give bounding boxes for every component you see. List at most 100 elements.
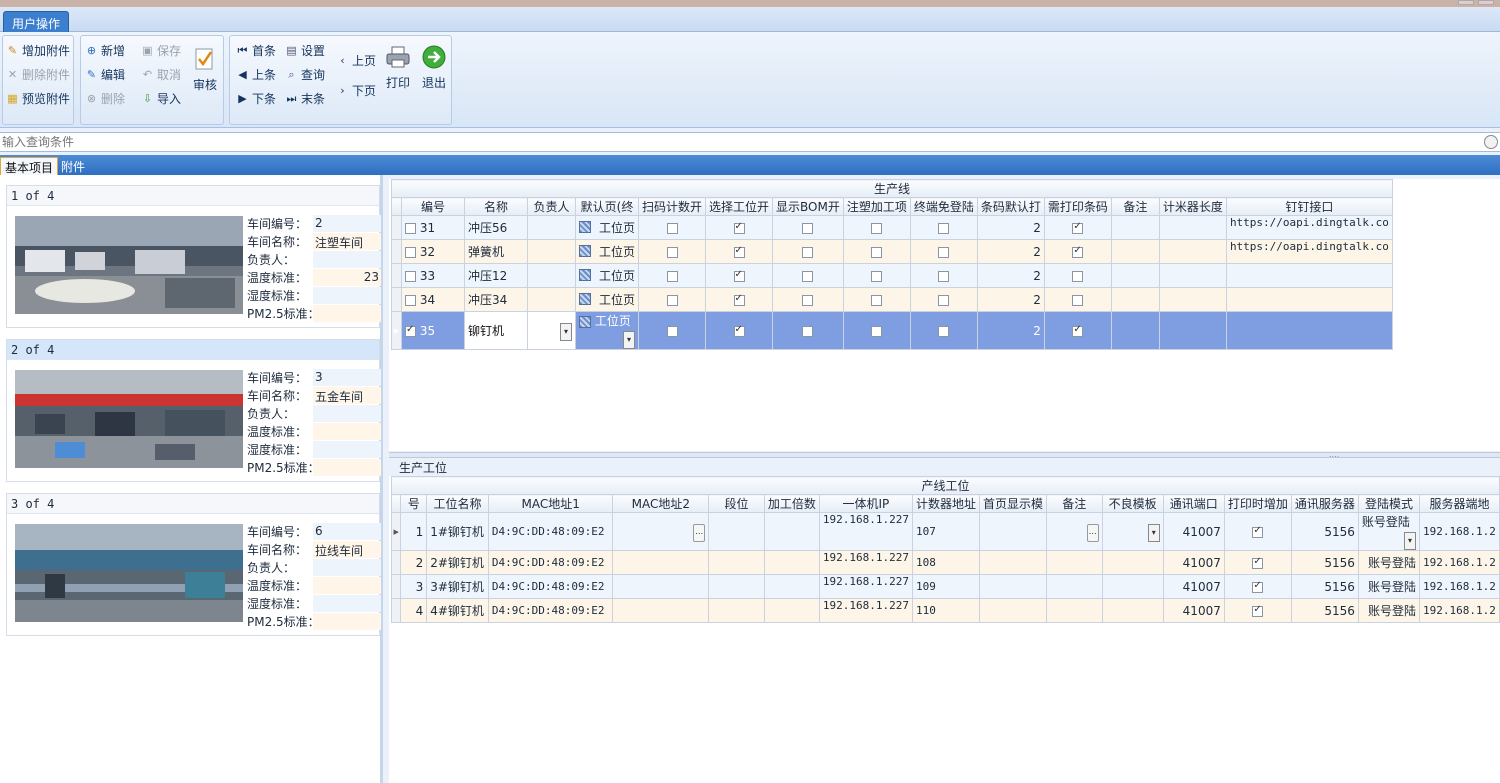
- table-row[interactable]: 34 冲压34 工位页 2: [391, 287, 1393, 312]
- row-checkbox[interactable]: [405, 270, 416, 282]
- col-header[interactable]: 扫码计数开: [637, 197, 707, 216]
- next-record-button[interactable]: ▶ 下条: [236, 88, 276, 108]
- tab-attachments[interactable]: 附件: [57, 157, 89, 175]
- prev-record-button[interactable]: ◀ 上条: [236, 64, 276, 84]
- table-row[interactable]: 33 冲压12 工位页 2: [391, 263, 1393, 288]
- col-header[interactable]: 计米器长度: [1158, 197, 1227, 216]
- close-button[interactable]: [1478, 0, 1494, 5]
- tab-basic-items[interactable]: 基本项目: [0, 157, 59, 175]
- first-record-button[interactable]: ⏮ 首条: [236, 40, 276, 60]
- col-header[interactable]: 钉钉接口: [1225, 197, 1393, 216]
- col-header[interactable]: MAC地址2: [612, 494, 710, 513]
- col-header[interactable]: MAC地址1: [487, 494, 614, 513]
- chevron-left-icon: ‹: [340, 53, 345, 67]
- table-row[interactable]: 31 冲压56 工位页 2 https://oapi.dingtalk.co: [391, 215, 1393, 240]
- col-header[interactable]: 服务器端地: [1419, 494, 1500, 513]
- delete-button[interactable]: ⊗ 删除: [85, 88, 125, 108]
- import-button[interactable]: ⇩ 导入: [141, 88, 181, 108]
- workshop-pm25-row: PM2.5标准：: [247, 458, 381, 476]
- tab-user-operations[interactable]: 用户操作: [3, 11, 70, 33]
- row-checkbox[interactable]: [405, 294, 416, 306]
- delete-attachment-button[interactable]: ✕ 删除附件: [6, 64, 70, 84]
- band-header: 生产线: [391, 179, 1393, 198]
- col-header[interactable]: 条码默认打: [976, 197, 1045, 216]
- query-input[interactable]: [0, 133, 1480, 151]
- ribbon-tab-bar: 用户操作: [0, 7, 1500, 33]
- panel-splitter[interactable]: ....: [389, 450, 1500, 459]
- page-up-button[interactable]: ‹ 上页: [336, 50, 376, 70]
- last-record-button[interactable]: ⏭ 末条: [285, 88, 325, 108]
- col-header[interactable]: 打印时增加: [1223, 494, 1292, 513]
- window-titlebar: [0, 0, 1500, 7]
- row-checkbox[interactable]: [405, 246, 416, 258]
- col-header[interactable]: 备注: [1045, 494, 1103, 513]
- workshop-card[interactable]: 2 of 4 车间编号： 3 车间名称： 五金车间 负责人： 温度标准： 湿度标准：…: [6, 339, 381, 482]
- save-button[interactable]: ▣ 保存: [141, 40, 181, 60]
- ellipsis-button[interactable]: …: [1086, 523, 1099, 542]
- col-header[interactable]: 登陆模式: [1357, 494, 1421, 513]
- col-header[interactable]: 备注: [1110, 197, 1160, 216]
- col-header[interactable]: 段位: [708, 494, 765, 513]
- col-header[interactable]: 加工倍数: [763, 494, 820, 513]
- audit-button[interactable]: 审核: [188, 46, 222, 93]
- col-header[interactable]: 需打印条码: [1043, 197, 1112, 216]
- row-checkbox[interactable]: [405, 324, 416, 337]
- col-header[interactable]: 计数器地址: [911, 494, 980, 513]
- plus-icon: ⊕: [86, 43, 97, 57]
- exit-icon: [421, 44, 447, 70]
- col-header[interactable]: 注塑加工项: [842, 197, 911, 216]
- col-header[interactable]: 名称: [464, 197, 528, 216]
- chevron-down-icon[interactable]: ▾: [1147, 523, 1160, 542]
- query-button[interactable]: ⌕ 查询: [285, 64, 325, 84]
- page-icon: [579, 315, 591, 328]
- exit-button[interactable]: 退出: [417, 44, 451, 91]
- workshop-name-row: 车间名称： 五金车间: [247, 386, 381, 404]
- col-header[interactable]: 负责人: [527, 197, 576, 216]
- col-header[interactable]: 一体机IP: [818, 494, 913, 513]
- table-row[interactable]: 32 弹簧机 工位页 2 https://oapi.dingtalk.co: [391, 239, 1393, 264]
- first-icon: ⏮: [237, 43, 248, 57]
- cancel-button[interactable]: ↶ 取消: [141, 64, 181, 84]
- search-icon[interactable]: [1484, 135, 1498, 149]
- production-line-grid: 生产线 编号 名称 负责人 默认页(终 扫码计数开 选择工位开 显示BOM开 注…: [389, 179, 1500, 451]
- col-header[interactable]: 通讯端口: [1162, 494, 1225, 513]
- page-down-button[interactable]: › 下页: [336, 80, 376, 100]
- card-pager: 1 of 4: [7, 186, 379, 206]
- table-row-selected[interactable]: ▶ 35 铆钉机 ▾ 工位页▾ 2: [391, 311, 1393, 350]
- add-attachment-button[interactable]: ✎ 增加附件: [6, 40, 70, 60]
- col-header[interactable]: 选择工位开: [705, 197, 774, 216]
- minimize-button[interactable]: [1458, 0, 1474, 5]
- grip-icon: ....: [1329, 450, 1340, 459]
- table-row[interactable]: 2 2#铆钉机 D4:9C:DD:48:09:E2 192.168.1.227 …: [390, 550, 1500, 575]
- workshop-card[interactable]: 1 of 4 车间编号： 2 车间名称： 注塑车间 负责人： 温度标准： 23 湿度标…: [6, 185, 381, 328]
- chevron-down-icon[interactable]: ▾: [623, 331, 635, 349]
- table-row[interactable]: 4 4#铆钉机 D4:9C:DD:48:09:E2 192.168.1.227 …: [390, 598, 1500, 623]
- workshop-card[interactable]: 3 of 4 车间编号： 6 车间名称： 拉线车间 负责人： 温度标准： 湿度标准：…: [6, 493, 381, 636]
- chevron-down-icon[interactable]: ▾: [1404, 532, 1417, 550]
- edit-button[interactable]: ✎ 编辑: [85, 64, 125, 84]
- col-header[interactable]: 首页显示模: [978, 494, 1047, 513]
- col-header[interactable]: 工位名称: [426, 494, 489, 513]
- table-row[interactable]: ▶ 1 1#铆钉机 D4:9C:DD:48:09:E2 … 192.168.1.…: [390, 512, 1500, 551]
- col-header[interactable]: 号: [400, 494, 428, 513]
- ellipsis-button[interactable]: …: [693, 523, 706, 542]
- col-header[interactable]: 默认页(终: [575, 197, 639, 216]
- row-checkbox[interactable]: [405, 222, 416, 234]
- table-row[interactable]: 3 3#铆钉机 D4:9C:DD:48:09:E2 192.168.1.227 …: [390, 574, 1500, 599]
- chevron-down-icon[interactable]: ▾: [560, 322, 572, 341]
- card-pager: 3 of 4: [7, 494, 379, 514]
- printer-icon: [385, 44, 411, 70]
- workshop-pm25-row: PM2.5标准：: [247, 304, 381, 322]
- workshop-owner-row: 负责人：: [247, 558, 381, 576]
- col-header[interactable]: 通讯服务器: [1290, 494, 1359, 513]
- col-header[interactable]: 不良模板: [1101, 494, 1164, 513]
- print-button[interactable]: 打印: [381, 44, 415, 91]
- col-header[interactable]: 编号: [401, 197, 465, 216]
- col-header[interactable]: 显示BOM开: [772, 197, 844, 216]
- preview-attachment-button[interactable]: ▦ 预览附件: [6, 88, 70, 108]
- undo-icon: ↶: [142, 67, 153, 81]
- col-header[interactable]: 终端免登陆: [909, 197, 978, 216]
- attachment-icon: ✎: [7, 43, 18, 57]
- new-button[interactable]: ⊕ 新增: [85, 40, 125, 60]
- settings-button[interactable]: ▤ 设置: [285, 40, 325, 60]
